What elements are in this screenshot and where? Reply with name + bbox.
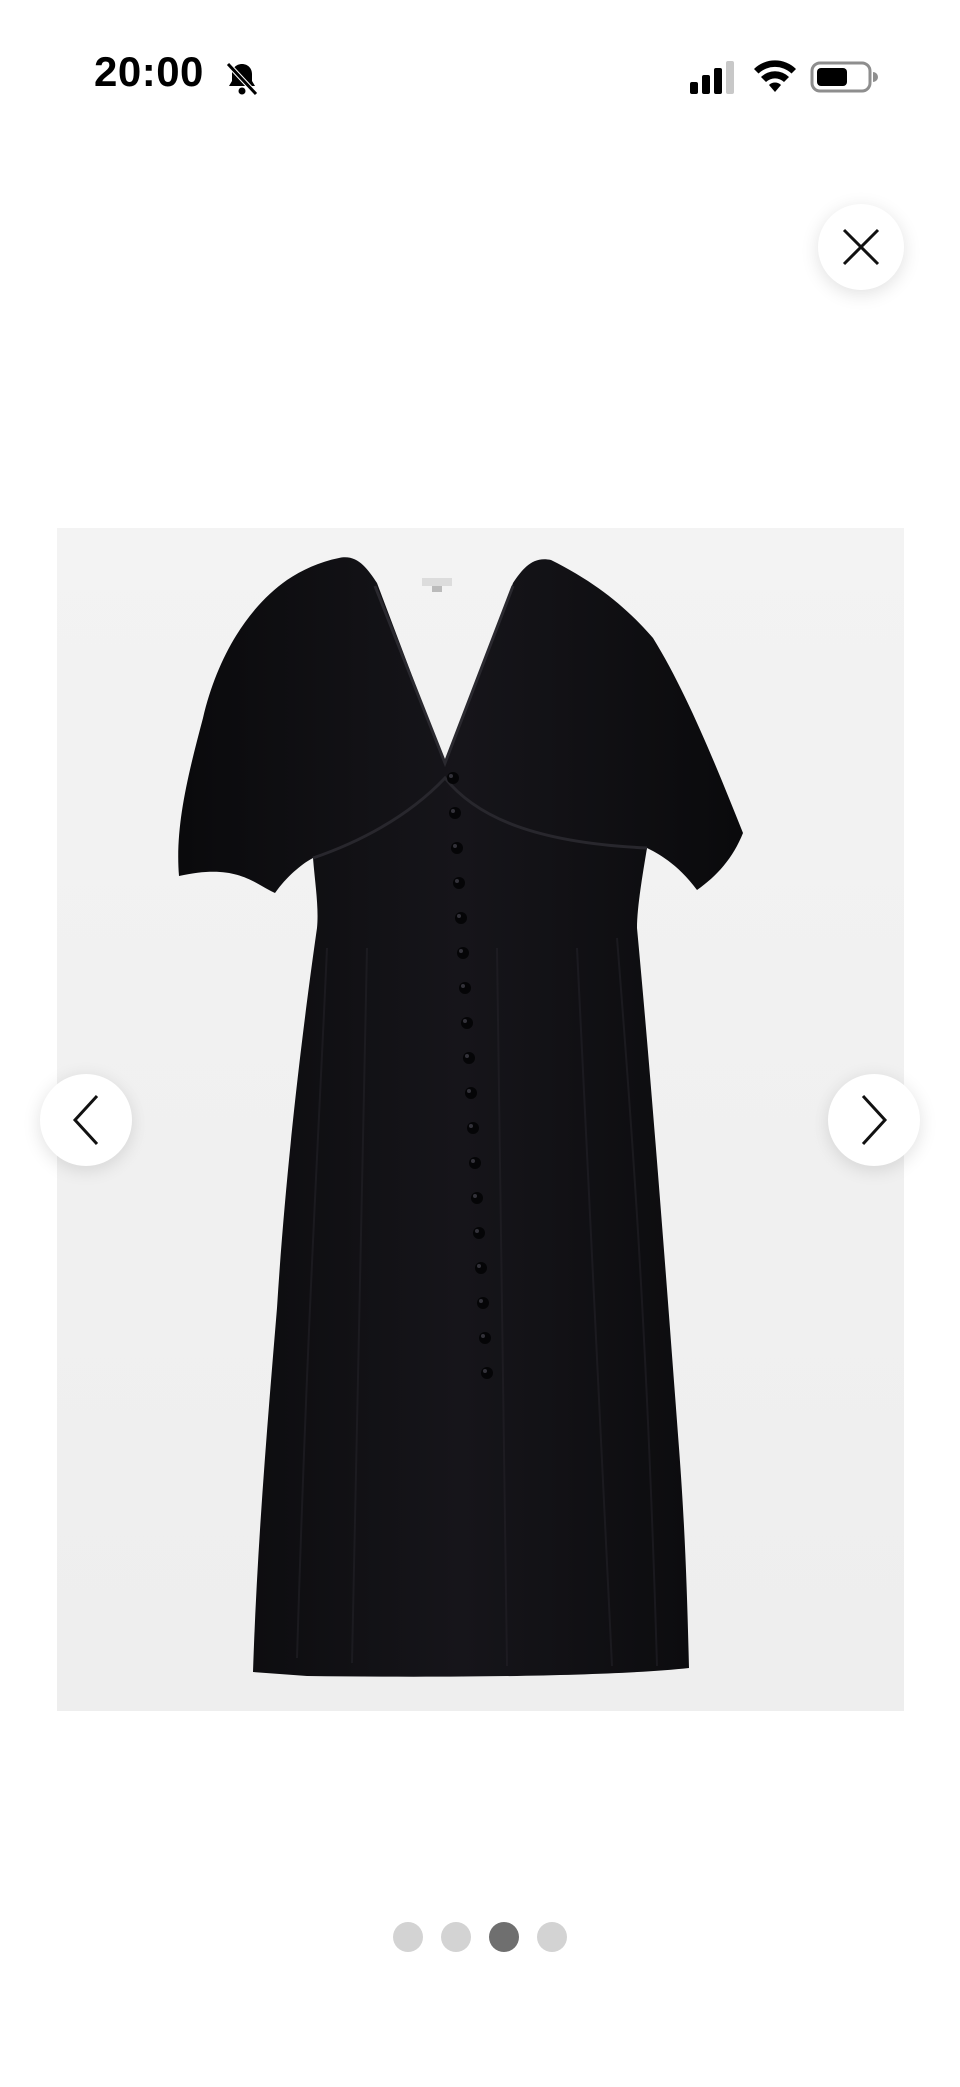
battery-icon [810, 61, 878, 93]
cellular-signal-icon [690, 61, 734, 94]
wifi-icon [754, 60, 796, 92]
image-pagination [0, 1922, 960, 1952]
status-time: 20:00 [94, 48, 204, 95]
product-image [57, 528, 904, 1711]
chevron-left-icon [72, 1094, 99, 1146]
dress-illustration [57, 528, 904, 1711]
pagination-dot-1[interactable] [393, 1922, 423, 1952]
pagination-dot-2[interactable] [441, 1922, 471, 1952]
previous-image-button[interactable] [40, 1074, 132, 1166]
pagination-dot-4[interactable] [537, 1922, 567, 1952]
next-image-button[interactable] [828, 1074, 920, 1166]
bell-slash-icon [226, 62, 258, 96]
pagination-dot-3-active[interactable] [489, 1922, 519, 1952]
status-bar: 20:00 [0, 0, 960, 150]
chevron-right-icon [861, 1094, 888, 1146]
close-icon [842, 228, 880, 266]
close-button[interactable] [818, 204, 904, 290]
